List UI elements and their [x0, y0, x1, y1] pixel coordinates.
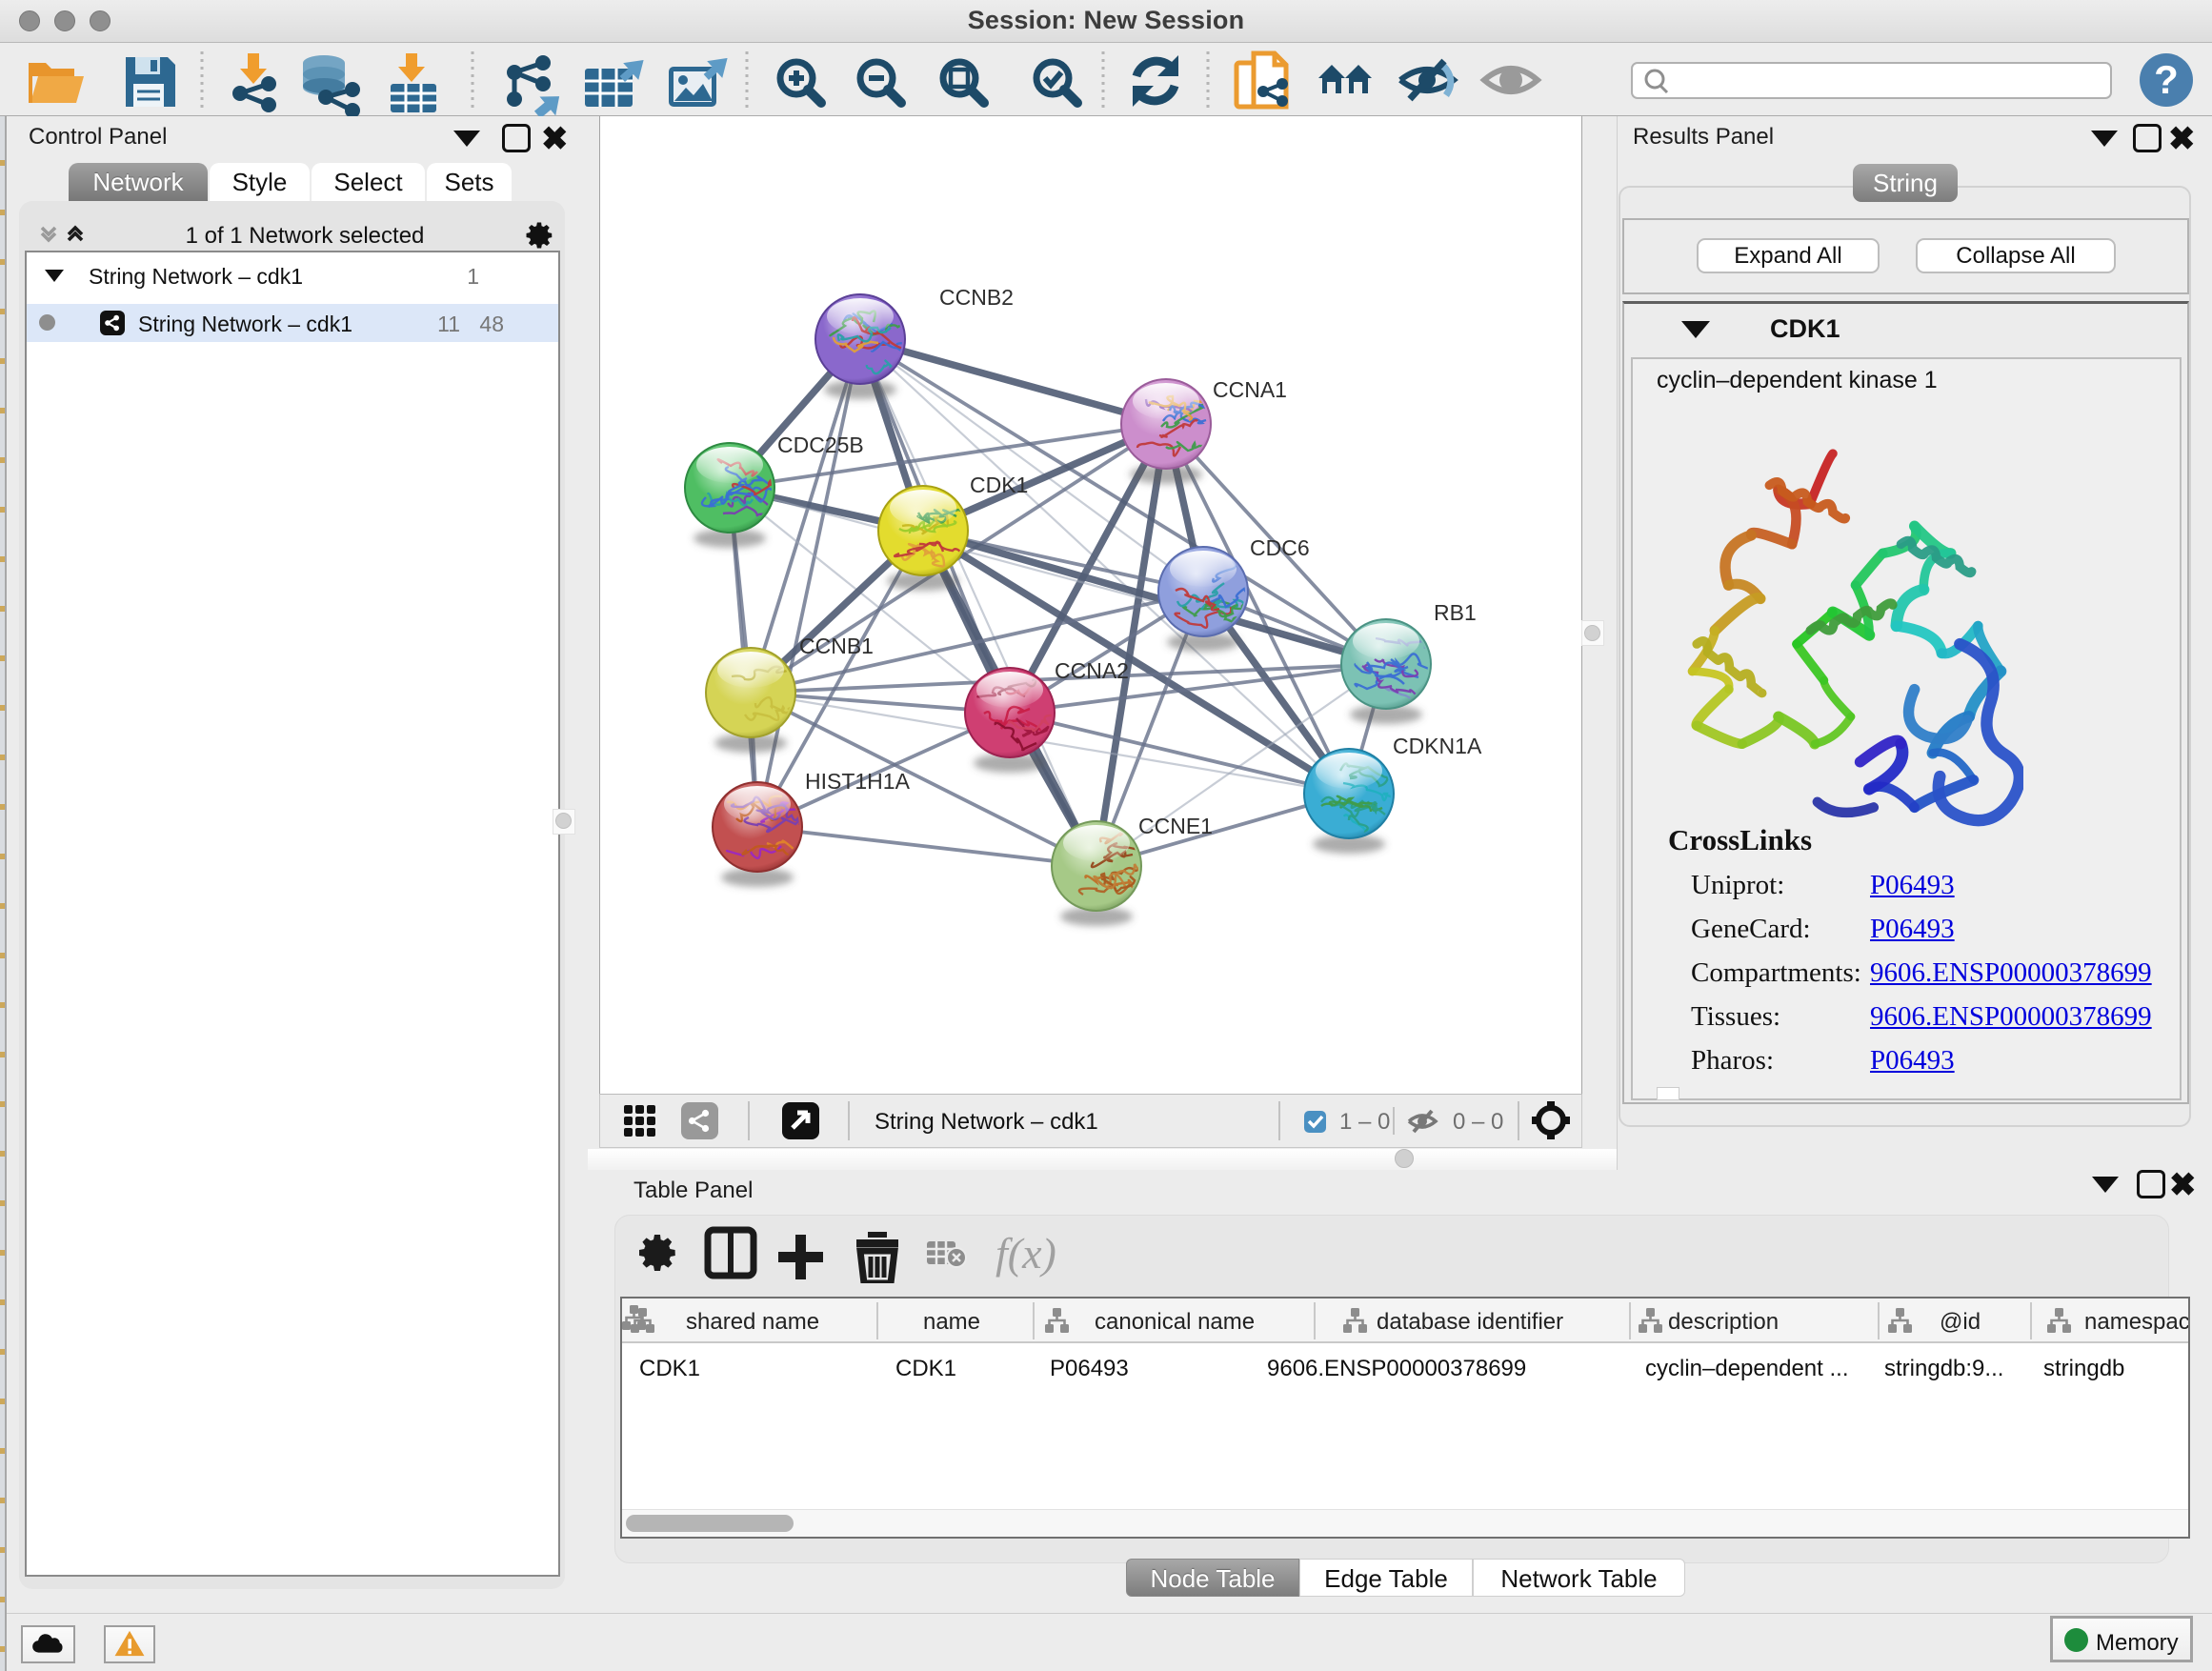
svg-text:database identifier: database identifier	[1377, 1309, 1563, 1335]
svg-text:f(x): f(x)	[995, 1229, 1056, 1278]
svg-text:name: name	[923, 1309, 980, 1335]
svg-text:canonical name: canonical name	[1095, 1309, 1255, 1335]
svg-text:description: description	[1668, 1309, 1779, 1335]
svg-text:?: ?	[2154, 57, 2179, 102]
svg-text:HIST1H1A: HIST1H1A	[805, 769, 911, 794]
svg-text:CCNB1: CCNB1	[799, 634, 874, 658]
svg-text:CCNA1: CCNA1	[1213, 377, 1287, 402]
svg-text:0 – 0: 0 – 0	[1453, 1109, 1503, 1135]
svg-text:namespac: namespac	[2084, 1309, 2188, 1335]
svg-text:CCNB2: CCNB2	[939, 285, 1014, 310]
svg-text:String Network – cdk1: String Network – cdk1	[875, 1109, 1098, 1135]
svg-text:CDKN1A: CDKN1A	[1393, 734, 1482, 758]
svg-text:CDC6: CDC6	[1250, 535, 1310, 560]
svg-text:CCNE1: CCNE1	[1138, 814, 1213, 838]
svg-text:CDK1: CDK1	[970, 473, 1028, 497]
svg-text:shared name: shared name	[686, 1309, 819, 1335]
svg-text:CDC25B: CDC25B	[777, 433, 864, 457]
svg-text:1 – 0: 1 – 0	[1339, 1109, 1390, 1135]
svg-text:RB1: RB1	[1434, 600, 1477, 625]
svg-text:CCNA2: CCNA2	[1055, 658, 1129, 683]
svg-text:@id: @id	[1940, 1309, 1981, 1335]
